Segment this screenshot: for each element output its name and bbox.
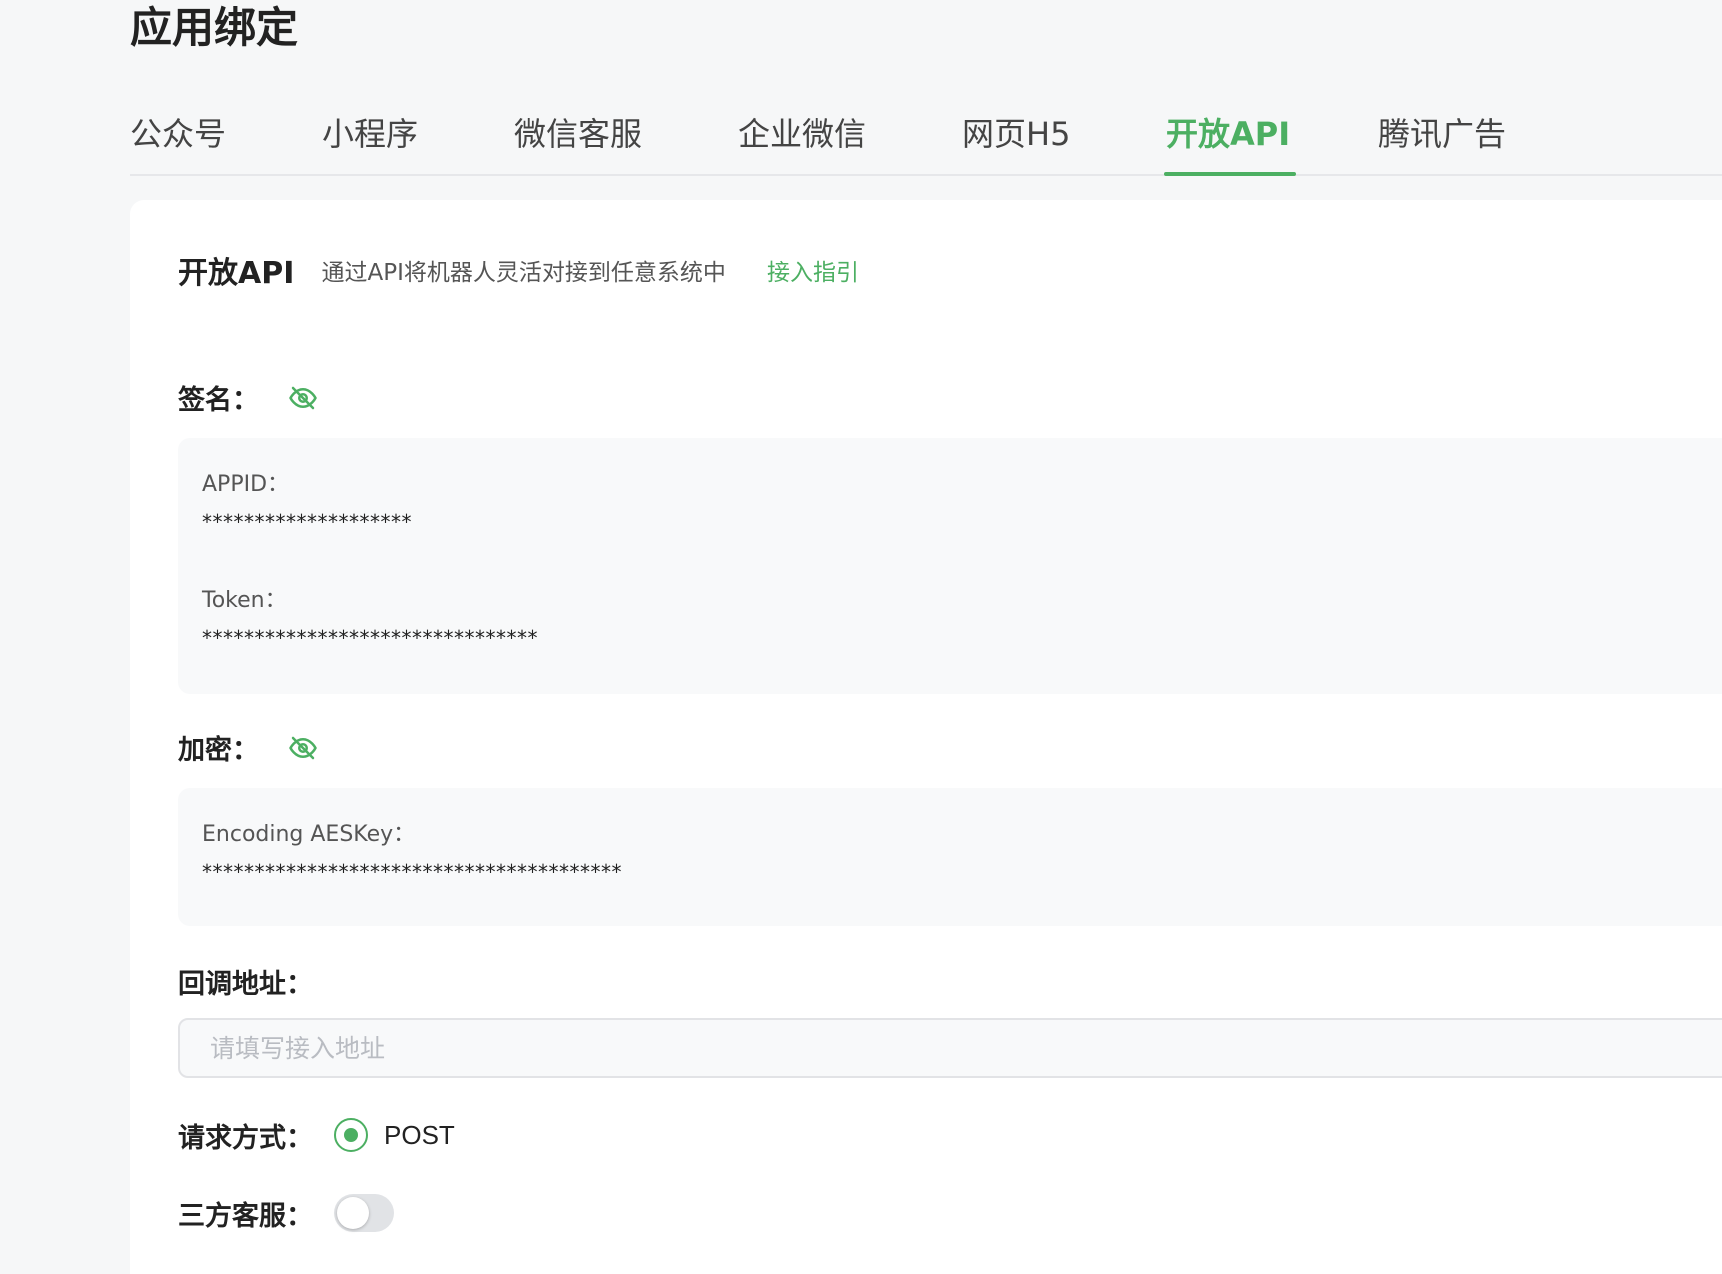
tab-tencent-ads[interactable]: 腾讯广告 (1378, 108, 1506, 174)
third-party-service-label: 三方客服： (178, 1201, 313, 1232)
tab-bar: 公众号 小程序 微信客服 企业微信 网页H5 开放API 腾讯广告 (130, 108, 1722, 176)
tab-official-account[interactable]: 公众号 (130, 108, 226, 174)
tab-mini-program[interactable]: 小程序 (322, 108, 418, 174)
post-radio-option[interactable]: POST (334, 1118, 455, 1152)
encryption-label: 加密： (178, 735, 259, 766)
encryption-panel: Encoding AESKey： ***********************… (178, 788, 1722, 926)
card-title: 开放API (178, 256, 295, 291)
access-guide-link[interactable]: 接入指引 (767, 260, 859, 286)
appid-value: ******************** (202, 510, 412, 534)
signature-label: 签名： (178, 385, 259, 416)
third-party-service-toggle[interactable] (334, 1194, 394, 1232)
aeskey-label: Encoding AESKey： (202, 822, 416, 847)
appid-label: APPID： (202, 472, 290, 497)
aeskey-value: **************************************** (202, 860, 622, 884)
tab-enterprise-wechat[interactable]: 企业微信 (738, 108, 866, 174)
page-title: 应用绑定 (130, 3, 299, 52)
card-header: 开放API 通过API将机器人灵活对接到任意系统中 接入指引 (178, 248, 859, 292)
token-label: Token： (202, 588, 287, 613)
toggle-knob (337, 1197, 369, 1229)
eye-off-icon[interactable] (287, 382, 319, 414)
tab-open-api[interactable]: 开放API (1163, 108, 1297, 176)
radio-selected-dot (344, 1128, 358, 1142)
encryption-section-label: 加密： (178, 728, 319, 767)
card-description: 通过API将机器人灵活对接到任意系统中 (321, 260, 726, 286)
radio-button[interactable] (334, 1118, 368, 1152)
request-method-label: 请求方式： (178, 1123, 313, 1154)
tab-wechat-customer-service[interactable]: 微信客服 (514, 108, 642, 174)
callback-label: 回调地址： (178, 969, 313, 1000)
signature-panel: APPID： ******************** Token： *****… (178, 438, 1722, 694)
open-api-card: 开放API 通过API将机器人灵活对接到任意系统中 接入指引 签名： APPID… (130, 200, 1722, 1274)
eye-off-icon[interactable] (287, 732, 319, 764)
signature-section-label: 签名： (178, 378, 319, 417)
callback-url-input[interactable] (178, 1018, 1722, 1078)
token-value: ******************************** (202, 626, 538, 650)
tab-web-h5[interactable]: 网页H5 (962, 108, 1070, 174)
post-radio-label: POST (384, 1119, 455, 1150)
